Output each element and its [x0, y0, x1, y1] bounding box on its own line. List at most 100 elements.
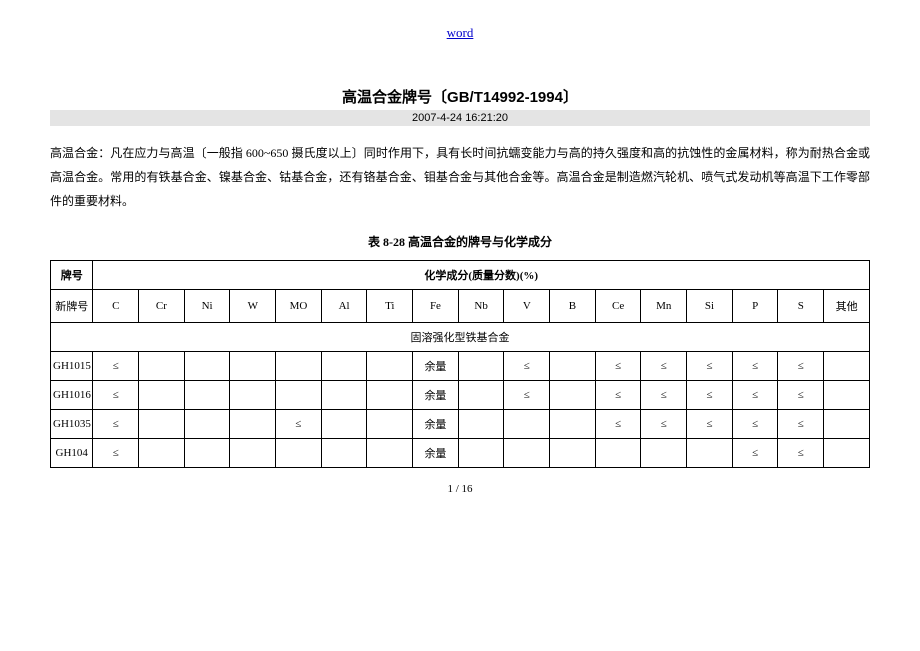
cell: ≤	[687, 381, 733, 410]
cell	[184, 381, 230, 410]
th-si: Si	[687, 290, 733, 323]
cell: ≤	[778, 381, 824, 410]
cell: ≤	[732, 439, 778, 468]
th-w: W	[230, 290, 276, 323]
cell	[824, 352, 870, 381]
cell	[367, 381, 413, 410]
cell	[139, 410, 185, 439]
cell	[595, 439, 641, 468]
cell	[641, 439, 687, 468]
th-ce: Ce	[595, 290, 641, 323]
cell	[230, 439, 276, 468]
table-row: GH1016 ≤ 余量 ≤ ≤ ≤ ≤ ≤ ≤	[51, 381, 870, 410]
cell	[230, 352, 276, 381]
th-c: C	[93, 290, 139, 323]
th-ti: Ti	[367, 290, 413, 323]
cell: ≤	[93, 439, 139, 468]
cell	[824, 381, 870, 410]
cell: ≤	[504, 352, 550, 381]
section-cell: 固溶强化型铁基合金	[51, 323, 870, 352]
th-chem: 化学成分(质量分数)(%)	[93, 261, 870, 290]
th-nb: Nb	[458, 290, 504, 323]
cell	[550, 381, 596, 410]
cell: ≤	[687, 410, 733, 439]
cell: 余量	[413, 381, 459, 410]
cell	[139, 439, 185, 468]
th-al: Al	[321, 290, 367, 323]
cell	[184, 352, 230, 381]
cell: ≤	[641, 381, 687, 410]
page-number: 1 / 16	[50, 483, 870, 495]
cell: ≤	[595, 410, 641, 439]
cell	[184, 439, 230, 468]
cell	[550, 410, 596, 439]
page-title: 高温合金牌号〔GB/T14992-1994〕	[50, 86, 870, 107]
cell	[321, 381, 367, 410]
cell: ≤	[93, 352, 139, 381]
cell: ≤	[778, 352, 824, 381]
cell	[321, 352, 367, 381]
timestamp: 2007-4-24 16:21:20	[50, 110, 870, 126]
cell	[367, 439, 413, 468]
table-row: GH1015 ≤ 余量 ≤ ≤ ≤ ≤ ≤ ≤	[51, 352, 870, 381]
th-cr: Cr	[139, 290, 185, 323]
cell	[458, 352, 504, 381]
intro-paragraph: 高温合金：凡在应力与高温〔一般指 600~650 摄氏度以上〕同时作用下，具有长…	[50, 141, 870, 213]
cell: 余量	[413, 410, 459, 439]
cell	[276, 352, 322, 381]
cell: ≤	[93, 410, 139, 439]
th-p: P	[732, 290, 778, 323]
th-grade: 牌号	[51, 261, 93, 290]
cell	[230, 410, 276, 439]
table-header-row: 牌号 化学成分(质量分数)(%)	[51, 261, 870, 290]
cell	[230, 381, 276, 410]
table-caption: 表 8-28 高温合金的牌号与化学成分	[50, 233, 870, 250]
cell	[458, 381, 504, 410]
cell: ≤	[732, 410, 778, 439]
cell	[824, 439, 870, 468]
cell	[550, 352, 596, 381]
th-other: 其他	[824, 290, 870, 323]
th-new-grade: 新牌号	[51, 290, 93, 323]
cell-grade: GH1035	[51, 410, 93, 439]
cell	[321, 439, 367, 468]
cell: ≤	[641, 352, 687, 381]
cell	[824, 410, 870, 439]
alloy-table: 牌号 化学成分(质量分数)(%) 新牌号 C Cr Ni W MO Al Ti …	[50, 260, 870, 468]
th-fe: Fe	[413, 290, 459, 323]
th-v: V	[504, 290, 550, 323]
section-row: 固溶强化型铁基合金	[51, 323, 870, 352]
cell: ≤	[595, 381, 641, 410]
cell-grade: GH1016	[51, 381, 93, 410]
th-mn: Mn	[641, 290, 687, 323]
cell: ≤	[778, 439, 824, 468]
cell	[458, 410, 504, 439]
cell: ≤	[778, 410, 824, 439]
cell	[321, 410, 367, 439]
cell	[550, 439, 596, 468]
table-row: GH104 ≤ 余量 ≤ ≤	[51, 439, 870, 468]
th-b: B	[550, 290, 596, 323]
cell: ≤	[641, 410, 687, 439]
table-row: GH1035 ≤ ≤ 余量 ≤ ≤ ≤ ≤ ≤	[51, 410, 870, 439]
cell: ≤	[732, 352, 778, 381]
cell: ≤	[504, 381, 550, 410]
cell: ≤	[732, 381, 778, 410]
cell	[367, 410, 413, 439]
cell-grade: GH1015	[51, 352, 93, 381]
cell	[504, 410, 550, 439]
th-ni: Ni	[184, 290, 230, 323]
cell	[276, 381, 322, 410]
cell: ≤	[93, 381, 139, 410]
cell	[687, 439, 733, 468]
cell: ≤	[595, 352, 641, 381]
cell: ≤	[687, 352, 733, 381]
th-s: S	[778, 290, 824, 323]
table-subheader-row: 新牌号 C Cr Ni W MO Al Ti Fe Nb V B Ce Mn S…	[51, 290, 870, 323]
cell	[139, 381, 185, 410]
cell	[139, 352, 185, 381]
header-link[interactable]: word	[50, 25, 870, 41]
cell	[276, 439, 322, 468]
cell: ≤	[276, 410, 322, 439]
cell: 余量	[413, 439, 459, 468]
